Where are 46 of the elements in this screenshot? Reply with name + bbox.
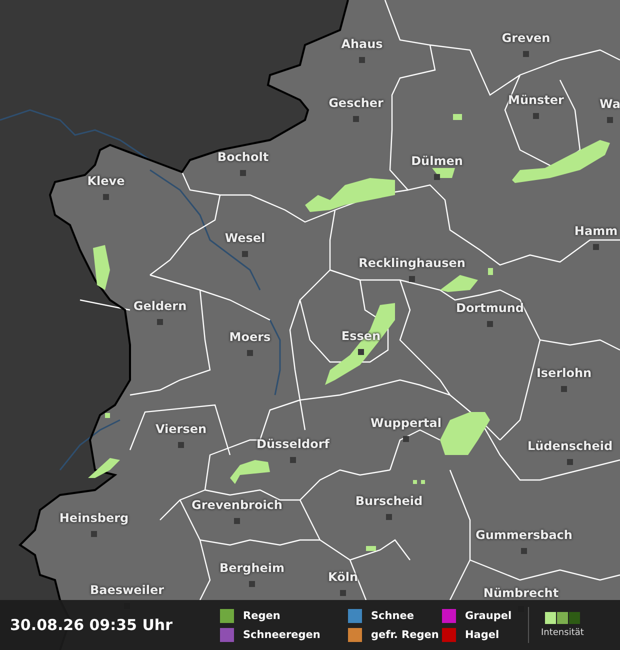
city-label: Moers (229, 330, 271, 344)
rain-cell (105, 413, 110, 418)
rain-cell (421, 480, 425, 484)
city-label: Bergheim (219, 561, 285, 575)
city-label: Recklinghausen (358, 256, 466, 270)
legend-label: gefr. Regen (371, 628, 439, 640)
rain-cell (440, 275, 478, 292)
city-label: Gescher (328, 96, 384, 110)
rain-cell (230, 460, 270, 484)
intensity-label: Intensität (541, 628, 584, 638)
rain-cell (413, 480, 417, 484)
city-label: Geldern (133, 299, 187, 313)
city-label: Dortmund (456, 301, 524, 315)
city-label: Grevenbroich (192, 498, 282, 512)
city-label: Dülmen (411, 154, 463, 168)
city-label: Münster (508, 93, 564, 107)
legend-label: Schnee (371, 610, 414, 622)
city-label: Bocholt (217, 150, 269, 164)
city-label: Greven (502, 31, 550, 45)
city-label: Viersen (155, 422, 207, 436)
legend-label: Graupel (465, 610, 512, 622)
rain-cell (366, 546, 376, 551)
city-label: Düsseldorf (256, 437, 330, 451)
rain-cell (93, 245, 110, 290)
city-label: Nümbrecht (483, 586, 559, 600)
city-label: Heinsberg (59, 511, 129, 525)
city-label: Wa (600, 97, 620, 111)
legend-label: Hagel (465, 628, 500, 640)
city-label: Gummersbach (476, 528, 572, 542)
city-label: Wuppertal (370, 416, 442, 430)
city-label: Hamm (574, 224, 618, 238)
timestamp: 30.08.26 09:35 Uhr (10, 616, 174, 634)
city-label: Lüdenscheid (527, 439, 613, 453)
legend-label: Regen (243, 610, 280, 622)
city-label: Burscheid (355, 494, 423, 508)
city-label: Iserlohn (536, 366, 592, 380)
city-label: Ahaus (341, 37, 383, 51)
rain-cell (488, 268, 493, 275)
rain-cell (88, 458, 120, 478)
city-label: Wesel (224, 231, 266, 245)
rain-cell (453, 114, 462, 120)
rain-cell (432, 168, 455, 178)
legend-label: Schneeregen (243, 628, 320, 640)
city-label: Baesweiler (90, 583, 164, 597)
city-label: Kleve (87, 174, 125, 188)
rain-cell (440, 412, 490, 455)
